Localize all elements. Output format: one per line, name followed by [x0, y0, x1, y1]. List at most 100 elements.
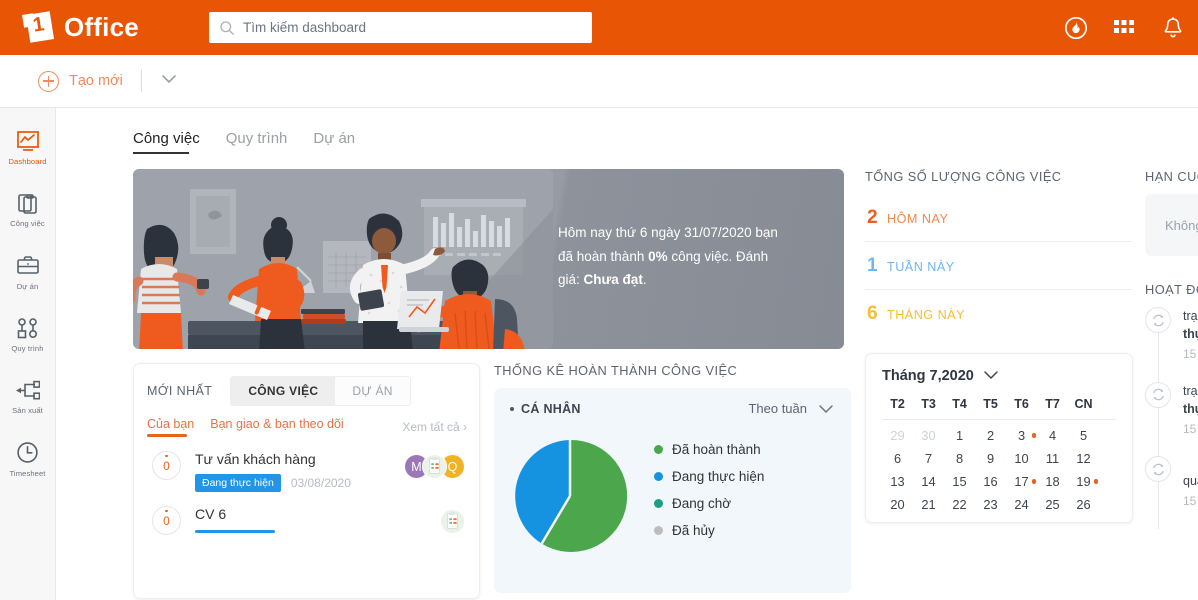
- progress-value: 0: [163, 459, 170, 473]
- sidebar-item-congviec[interactable]: Công việc: [0, 186, 55, 232]
- create-new-label: Tạo mới: [69, 73, 123, 89]
- calendar-day[interactable]: 4: [1037, 428, 1068, 443]
- calendar-panel: Tháng 7,2020 T2 T3 T4 T5: [865, 353, 1133, 523]
- tab-duan[interactable]: Dự án: [313, 130, 355, 154]
- total-value: 2: [867, 207, 887, 229]
- calendar-day[interactable]: 5: [1068, 428, 1099, 443]
- total-row-month[interactable]: 6 THÁNG NÀY: [865, 290, 1133, 337]
- subtab-cuaban[interactable]: Của bạn: [147, 417, 194, 437]
- workflow-icon: [16, 315, 40, 341]
- sidebar-item-quytrinh[interactable]: Quy trình: [0, 311, 55, 357]
- calendar-day-with-event[interactable]: 19: [1068, 474, 1099, 489]
- latest-tasks-panel: MỚI NHẤT CÔNG VIỆC DỰ ÁN Của bạn Bạn gia…: [133, 363, 480, 599]
- calendar-day[interactable]: 26: [1068, 497, 1099, 512]
- main-content: Công việc Quy trình Dự án: [56, 108, 1198, 600]
- activity-timestamp: 15 giờ trước: [1183, 493, 1198, 510]
- tab-quytrinh[interactable]: Quy trình: [226, 130, 288, 154]
- main-tabs: Công việc Quy trình Dự án: [74, 108, 1198, 154]
- calendar-day[interactable]: 23: [975, 497, 1006, 512]
- flame-circle-icon[interactable]: [1064, 16, 1088, 40]
- completion-pie-chart: [510, 436, 630, 556]
- calendar-day[interactable]: 30: [913, 428, 944, 443]
- total-row-week[interactable]: 1 TUẦN NÀY: [865, 242, 1133, 290]
- task-list-item[interactable]: 0 CV 6: [134, 492, 479, 535]
- calendar-day[interactable]: 11: [1037, 451, 1068, 466]
- chevron-down-icon[interactable]: [983, 368, 999, 384]
- activity-item[interactable]: trạng thái công thực hiện san 15 giờ trư…: [1145, 307, 1198, 382]
- activity-feed: trạng thái công thực hiện san 15 giờ trư…: [1145, 307, 1198, 529]
- calendar-day-with-event[interactable]: 17: [1006, 474, 1037, 489]
- chart-header: CÁ NHÂN Theo tuần: [510, 401, 835, 416]
- calendar-day[interactable]: 29: [882, 428, 913, 443]
- sidebar-item-timesheet[interactable]: Timesheet: [0, 436, 55, 482]
- calendar-day[interactable]: 10: [1006, 451, 1037, 466]
- calendar-day[interactable]: 18: [1037, 474, 1068, 489]
- calendar-weekday-row: T2 T3 T4 T5 T6 T7 CN: [882, 397, 1116, 411]
- chevron-down-icon[interactable]: [160, 72, 178, 90]
- subtab-bangiao[interactable]: Bạn giao & bạn theo dõi: [210, 417, 343, 437]
- calendar-day[interactable]: 22: [944, 497, 975, 512]
- sidebar-item-label: Dashboard: [8, 158, 46, 166]
- stats-section-title: THỐNG KÊ HOÀN THÀNH CÔNG VIỆC: [494, 363, 851, 378]
- calendar-day[interactable]: 1: [944, 428, 975, 443]
- sidebar-item-sanxuat[interactable]: Sản xuất: [0, 373, 55, 419]
- sidebar-item-dashboard[interactable]: Dashboard: [0, 124, 55, 170]
- weekday-label: T6: [1006, 397, 1037, 411]
- calendar-week-row: 13 14 15 16 17 18 19: [882, 474, 1116, 489]
- team-meeting-illustration: [133, 169, 553, 349]
- dashboard-left-column: Hôm nay thứ 6 ngày 31/07/2020 bạn đã hoà…: [133, 169, 851, 599]
- calendar-day[interactable]: 15: [944, 474, 975, 489]
- calendar-day[interactable]: 12: [1068, 451, 1099, 466]
- search-box[interactable]: [209, 12, 592, 43]
- activity-item[interactable]: trạng thái công thực hiện san 15 giờ trư…: [1145, 382, 1198, 457]
- total-row-today[interactable]: 2 HÔM NAY: [865, 194, 1133, 242]
- chart-period-label: Theo tuần: [748, 401, 807, 416]
- segment-duan[interactable]: DỰ ÁN: [335, 377, 409, 405]
- tab-congviec[interactable]: Công việc: [133, 130, 200, 154]
- calendar-day-with-event[interactable]: 3: [1006, 428, 1037, 443]
- weekday-label: T3: [913, 397, 944, 411]
- chart-period-selector[interactable]: Theo tuần: [748, 401, 835, 416]
- search-icon: [219, 20, 235, 36]
- activity-line1: quả đầu việc: [1183, 472, 1198, 490]
- completion-chart-card: CÁ NHÂN Theo tuần: [494, 388, 851, 593]
- task-list-item[interactable]: 0 Tư vấn khách hàng Đang thực hiện 03/08…: [134, 437, 479, 492]
- calendar-day[interactable]: 6: [882, 451, 913, 466]
- activity-timestamp: 15 giờ trước: [1183, 346, 1198, 363]
- apps-grid-icon[interactable]: [1114, 20, 1136, 36]
- activity-section-title: HOẠT ĐỘNG GẦN Đ: [1145, 282, 1198, 297]
- calendar-day[interactable]: 2: [975, 428, 1006, 443]
- sidebar-item-label: Quy trình: [11, 345, 43, 353]
- calendar-header[interactable]: Tháng 7,2020: [882, 368, 1116, 384]
- calendar-day[interactable]: 13: [882, 474, 913, 489]
- calendar-day[interactable]: 25: [1037, 497, 1068, 512]
- segment-congviec[interactable]: CÔNG VIỆC: [231, 377, 335, 405]
- calendar-day[interactable]: 9: [975, 451, 1006, 466]
- toolbar-divider: [141, 70, 142, 92]
- sidebar-item-duan[interactable]: Dự án: [0, 249, 55, 295]
- deadline-section-title: HẠN CUỐI SẮP TỚI: [1145, 169, 1198, 184]
- create-new-button[interactable]: Tạo mới: [38, 71, 123, 92]
- total-label: TUẦN NÀY: [887, 260, 955, 274]
- avatar-photo[interactable]: [440, 509, 465, 534]
- banner-line2-pre: đã hoàn thành: [558, 249, 648, 264]
- search-input[interactable]: [243, 20, 592, 35]
- calendar-day[interactable]: 21: [913, 497, 944, 512]
- see-all-link[interactable]: Xem tất cả ›: [402, 420, 467, 434]
- calendar-day[interactable]: 20: [882, 497, 913, 512]
- activity-item[interactable]: quả đầu việc 15 giờ trước: [1145, 456, 1198, 529]
- calendar-day[interactable]: 7: [913, 451, 944, 466]
- legend-color-swatch: [654, 526, 663, 535]
- calendar-day[interactable]: 24: [1006, 497, 1037, 512]
- chart-scope-label: CÁ NHÂN: [521, 402, 581, 416]
- calendar-day[interactable]: 14: [913, 474, 944, 489]
- calendar-day[interactable]: 16: [975, 474, 1006, 489]
- calendar-day[interactable]: 8: [944, 451, 975, 466]
- notification-bell-icon[interactable]: [1162, 16, 1184, 40]
- weekday-label: T4: [944, 397, 975, 411]
- dashboard-columns: Hôm nay thứ 6 ngày 31/07/2020 bạn đã hoà…: [74, 169, 1198, 599]
- dashboard-chart-icon: [16, 128, 40, 154]
- event-dot-icon: [1032, 433, 1037, 438]
- app-logo[interactable]: 1 Office: [22, 11, 182, 45]
- avatar-photo[interactable]: [422, 454, 447, 479]
